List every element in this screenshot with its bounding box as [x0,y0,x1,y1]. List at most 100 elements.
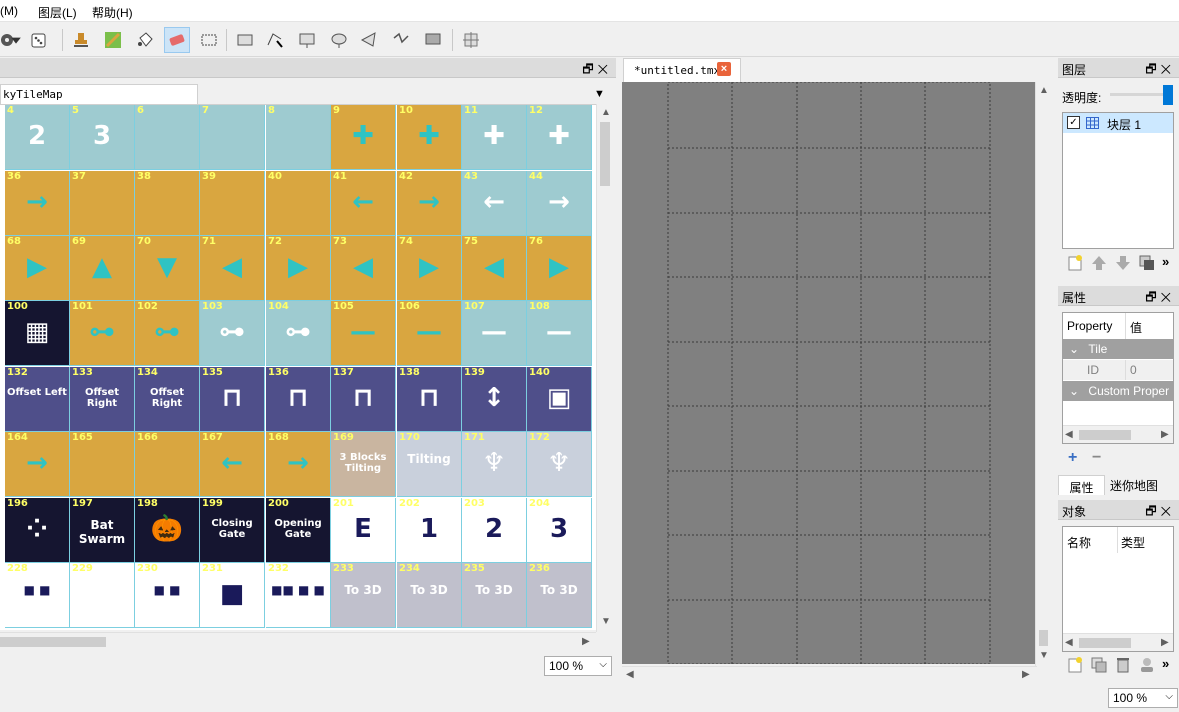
add-property-icon[interactable]: + [1068,449,1077,467]
tile[interactable]: 43 ← [462,171,527,236]
scroll-thumb[interactable] [1039,630,1048,646]
insert-polygon-icon[interactable] [356,27,382,53]
tile[interactable]: 236 To 3D [527,563,592,628]
move-down-icon[interactable] [1114,254,1132,272]
tab-properties[interactable]: 属性 [1058,475,1105,495]
tile[interactable]: 75 ◀ [462,236,527,301]
tile[interactable]: 40 [266,171,331,236]
tile[interactable]: 106 — [397,301,462,366]
scroll-left-icon[interactable]: ◀ [626,669,634,680]
tile[interactable]: 37 [70,171,135,236]
tile[interactable]: 74 ▶ [397,236,462,301]
scroll-thumb[interactable] [1079,430,1131,440]
tile[interactable]: 53 [70,105,135,170]
menu-map[interactable]: (M) [0,4,18,18]
insert-image-icon[interactable] [232,27,258,53]
tile[interactable]: 42 → [397,171,462,236]
tile[interactable]: 234 To 3D [397,563,462,628]
tile[interactable]: 139 ↕ [462,367,527,432]
scroll-down-icon[interactable]: ▼ [1039,650,1049,661]
menu-help[interactable]: 帮助(H) [92,4,133,21]
opacity-slider[interactable] [1110,93,1168,96]
tab-minimap[interactable]: 迷你地图 [1110,477,1158,494]
tile[interactable]: 101 ⊶ [70,301,135,366]
scroll-down-icon[interactable]: ▼ [601,616,611,627]
tileset-tab[interactable]: kyTileMap [0,84,198,104]
insert-tile-icon[interactable] [420,27,446,53]
tile[interactable]: 44 → [527,171,592,236]
tile[interactable]: 198 🎃 [135,498,200,563]
scroll-up-icon[interactable]: ▲ [601,107,611,118]
objects-hscrollbar[interactable]: ◀ ▶ [1063,633,1173,651]
more-chevron-icon[interactable]: » [1162,254,1169,272]
map-zoom-select[interactable]: 100 % ⌵ [1108,688,1178,708]
tile[interactable]: 102 ⊶ [135,301,200,366]
tile[interactable]: 136 ⊓ [266,367,331,432]
tile[interactable]: 137 ⊓ [331,367,396,432]
tile[interactable]: 9 ✚ [331,105,396,170]
opacity-slider-handle[interactable] [1163,85,1173,105]
tile[interactable]: 169 3 Blocks Tilting [331,432,396,497]
bucket-fill-icon[interactable] [132,27,158,53]
dock-float-close-icon[interactable]: 🗗✕ [1145,60,1175,81]
duplicate-object-icon[interactable] [1090,656,1108,674]
group-tile-row[interactable]: ⌄ Tile [1063,339,1173,359]
layer-row[interactable]: ✓ 块层 1 [1063,113,1173,133]
tile[interactable]: 172 ♆ [527,432,592,497]
tile[interactable]: 107 — [462,301,527,366]
tile[interactable]: 36 → [5,171,70,236]
edit-polygon-icon[interactable] [262,27,288,53]
tile[interactable]: 204 3 [527,498,592,563]
more-chevron-icon[interactable]: » [1162,656,1169,674]
map-vscrollbar[interactable]: ▲ ▼ [1035,82,1051,666]
tile[interactable]: 103 ⊶ [200,301,265,366]
new-object-layer-icon[interactable] [1066,656,1084,674]
tile[interactable]: 196 ⁘ [5,498,70,563]
tile[interactable]: 170 Tilting [397,432,462,497]
tile[interactable]: 230 ■ ■ [135,563,200,628]
tile[interactable]: 203 2 [462,498,527,563]
tile[interactable]: 104 ⊶ [266,301,331,366]
tile[interactable]: 41 ← [331,171,396,236]
tile[interactable]: 69 ▲ [70,236,135,301]
scroll-right-icon[interactable]: ▶ [1161,429,1169,440]
tile[interactable]: 6 [135,105,200,170]
tile[interactable]: 73 ◀ [331,236,396,301]
tileset-hscrollbar[interactable]: ▶ [0,632,596,650]
move-objects-icon[interactable] [458,27,484,53]
tile[interactable]: 165 [70,432,135,497]
scroll-thumb[interactable] [1079,638,1131,648]
tile[interactable]: 7 [200,105,265,170]
object-properties-icon[interactable] [1138,656,1156,674]
insert-ellipse-icon[interactable] [326,27,352,53]
eraser-icon[interactable] [164,27,190,53]
tile[interactable]: 200 Opening Gate [266,498,331,563]
tile[interactable]: 140 ▣ [527,367,592,432]
scroll-right-icon[interactable]: ▶ [582,636,590,647]
tile[interactable]: 108 — [527,301,592,366]
tile[interactable]: 10 ✚ [397,105,462,170]
scroll-up-icon[interactable]: ▲ [1039,85,1049,96]
tile[interactable]: 12 ✚ [527,105,592,170]
tile[interactable]: 134 Offset Right [135,367,200,432]
tile[interactable]: 235 To 3D [462,563,527,628]
tile[interactable]: 233 To 3D [331,563,396,628]
new-layer-icon[interactable] [1066,254,1084,272]
scroll-thumb[interactable] [600,122,610,186]
tile[interactable]: 197 Bat Swarm [70,498,135,563]
tile[interactable]: 167 ← [200,432,265,497]
remove-property-icon[interactable]: − [1092,449,1101,467]
terrain-brush-icon[interactable] [100,27,126,53]
tile[interactable]: 39 [200,171,265,236]
random-dice-icon[interactable] [26,27,52,53]
scroll-right-icon[interactable]: ▶ [1022,669,1030,680]
dock-float-close-icon[interactable]: 🗗✕ [1145,288,1175,309]
map-canvas[interactable] [622,82,1037,664]
tile[interactable]: 164 → [5,432,70,497]
tile[interactable]: 133 Offset Right [70,367,135,432]
scroll-left-icon[interactable]: ◀ [1065,637,1073,648]
tile[interactable]: 166 [135,432,200,497]
tile[interactable]: 8 [266,105,331,170]
tile[interactable]: 100 ▦ [5,301,70,366]
tile[interactable]: 135 ⊓ [200,367,265,432]
